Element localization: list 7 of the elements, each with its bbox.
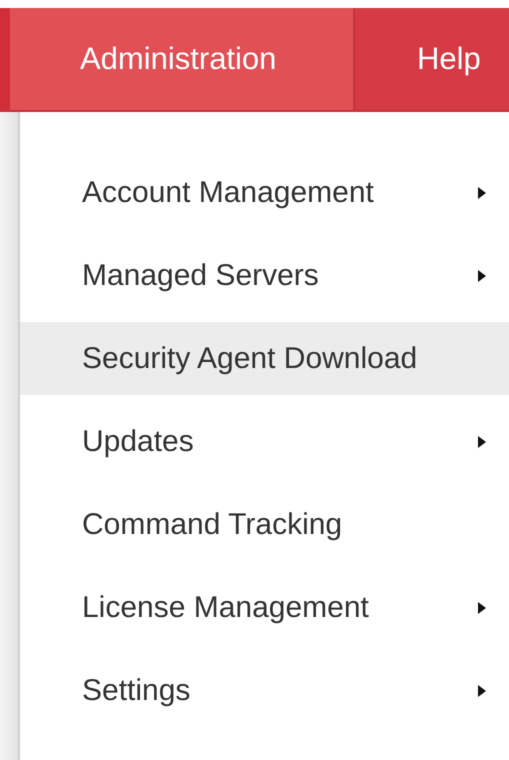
- caret-icon: [477, 600, 487, 614]
- caret-icon: [477, 186, 487, 200]
- caret-icon: [477, 268, 487, 282]
- nav-tab[interactable]: Administration: [10, 8, 355, 110]
- caret-icon: [477, 434, 487, 448]
- menu-item[interactable]: Security Agent Download: [20, 322, 509, 395]
- caret-icon: [477, 684, 487, 698]
